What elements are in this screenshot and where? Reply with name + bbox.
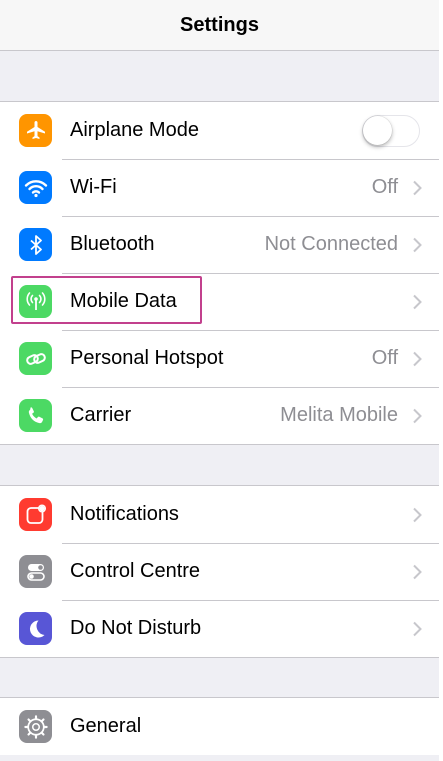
chevron-right-icon (413, 237, 422, 253)
airplane-mode-toggle[interactable] (362, 115, 420, 147)
gear-icon (19, 710, 52, 743)
personal-hotspot-label: Personal Hotspot (70, 347, 224, 369)
wifi-icon (19, 171, 52, 204)
row-wifi[interactable]: Wi-Fi Off (0, 159, 439, 216)
moon-icon (19, 612, 52, 645)
bluetooth-icon (19, 228, 52, 261)
page-title: Settings (180, 13, 259, 36)
control-centre-label: Control Centre (70, 560, 201, 582)
navigation-bar: Settings (0, 0, 439, 51)
row-control-centre[interactable]: Control Centre (0, 543, 439, 600)
airplane-icon (19, 114, 52, 147)
row-carrier[interactable]: Carrier Melita Mobile (0, 387, 439, 444)
row-general[interactable]: General (0, 698, 439, 755)
row-notifications[interactable]: Notifications (0, 486, 439, 543)
toggle-knob (363, 116, 392, 145)
chevron-right-icon (413, 351, 422, 367)
general-group: General (0, 697, 439, 755)
chevron-right-icon (413, 564, 422, 580)
right-edge (439, 0, 443, 761)
row-airplane-mode[interactable]: Airplane Mode (0, 102, 439, 159)
connectivity-group: Airplane Mode Wi-Fi Off Bluetooth Not Co… (0, 101, 439, 445)
chevron-right-icon (413, 507, 422, 523)
row-bluetooth[interactable]: Bluetooth Not Connected (0, 216, 439, 273)
wifi-label: Wi-Fi (70, 176, 117, 198)
notifications-group: Notifications Control Centre Do Not Dist… (0, 485, 439, 658)
bluetooth-value: Not Connected (264, 233, 398, 255)
hotspot-icon (19, 342, 52, 375)
wifi-value: Off (371, 176, 398, 198)
row-do-not-disturb[interactable]: Do Not Disturb (0, 600, 439, 657)
antenna-icon (19, 285, 52, 318)
row-personal-hotspot[interactable]: Personal Hotspot Off (0, 330, 439, 387)
notifications-label: Notifications (70, 503, 179, 525)
notifications-icon (19, 498, 52, 531)
carrier-value: Melita Mobile (280, 404, 398, 426)
chevron-right-icon (413, 180, 422, 196)
chevron-right-icon (413, 408, 422, 424)
do-not-disturb-label: Do Not Disturb (70, 617, 202, 639)
general-label: General (70, 715, 142, 737)
row-mobile-data[interactable]: Mobile Data (0, 273, 439, 330)
chevron-right-icon (413, 621, 422, 637)
personal-hotspot-value: Off (371, 347, 398, 369)
bluetooth-label: Bluetooth (70, 233, 155, 255)
airplane-mode-label: Airplane Mode (70, 119, 199, 141)
phone-icon (19, 399, 52, 432)
chevron-right-icon (413, 294, 422, 310)
carrier-label: Carrier (70, 404, 132, 426)
control-centre-icon (19, 555, 52, 588)
mobile-data-label: Mobile Data (70, 290, 177, 312)
